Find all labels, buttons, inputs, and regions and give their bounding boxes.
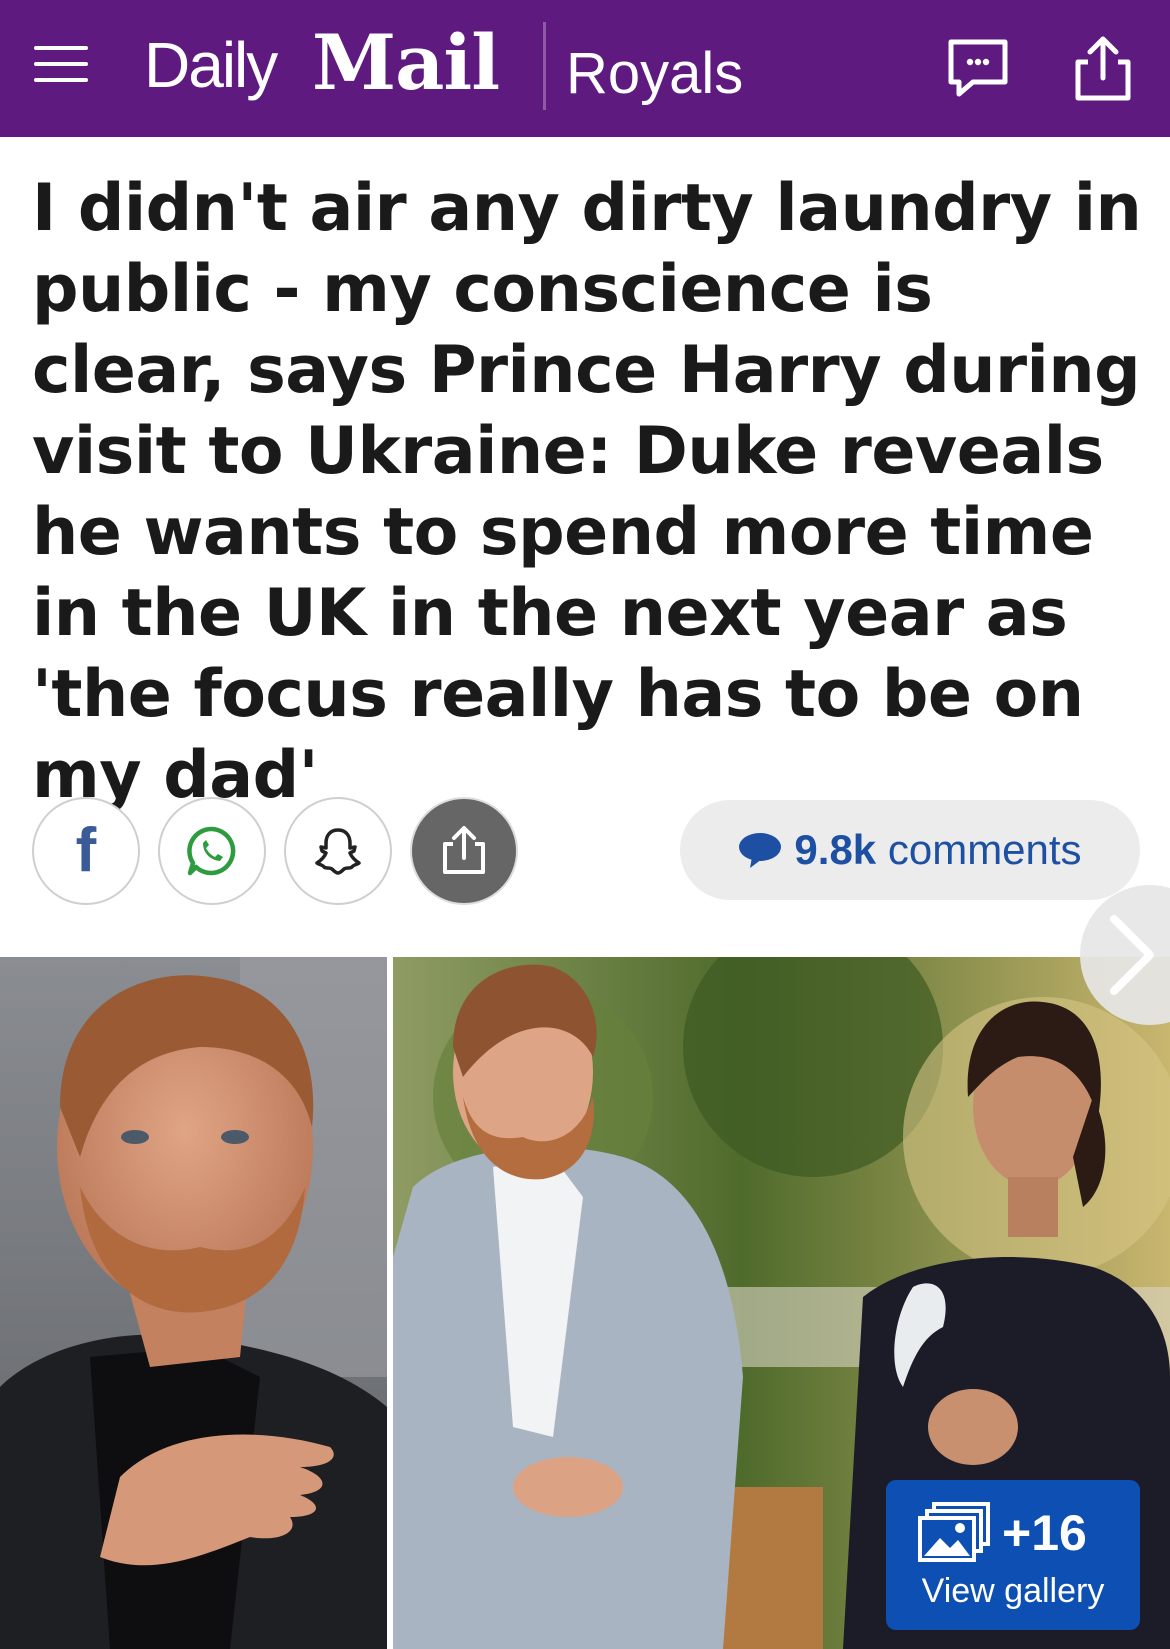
- whatsapp-share-button[interactable]: [158, 797, 266, 905]
- view-gallery-button[interactable]: +16 View gallery: [886, 1480, 1140, 1630]
- logo-daily[interactable]: Daily: [144, 28, 278, 102]
- gallery-icon: [918, 1502, 990, 1562]
- gallery-count: +16: [1002, 1505, 1087, 1561]
- comments-label: 9.8k comments: [794, 826, 1081, 874]
- photo-prince-harry-image: [0, 957, 387, 1649]
- share-icon: [443, 826, 485, 874]
- comments-count: 9.8k: [794, 826, 877, 873]
- section-title[interactable]: Royals: [566, 40, 743, 107]
- facebook-share-button[interactable]: f: [32, 797, 140, 905]
- photo-prince-harry[interactable]: [0, 957, 387, 1649]
- chevron-right-icon: [1110, 915, 1154, 995]
- top-bar: Daily Mail Royals: [0, 0, 1170, 137]
- whatsapp-icon: [187, 826, 236, 876]
- article-headline: I didn't air any dirty laundry in public…: [32, 171, 1142, 813]
- snapchat-icon: [315, 828, 361, 875]
- menu-icon[interactable]: [34, 40, 88, 94]
- comments-button[interactable]: 9.8k comments: [680, 800, 1140, 900]
- gallery-label: View gallery: [921, 1572, 1105, 1610]
- next-image-button[interactable]: [1080, 885, 1170, 1025]
- snapchat-share-button[interactable]: [284, 797, 392, 905]
- share-icon[interactable]: [1068, 34, 1138, 104]
- more-share-button[interactable]: [410, 797, 518, 905]
- comment-icon[interactable]: [943, 34, 1013, 104]
- logo-divider: [543, 22, 546, 110]
- comments-word: comments: [887, 826, 1082, 873]
- logo-mail[interactable]: Mail: [312, 18, 500, 107]
- facebook-icon: f: [75, 816, 97, 885]
- comment-bubble-icon: [739, 833, 782, 868]
